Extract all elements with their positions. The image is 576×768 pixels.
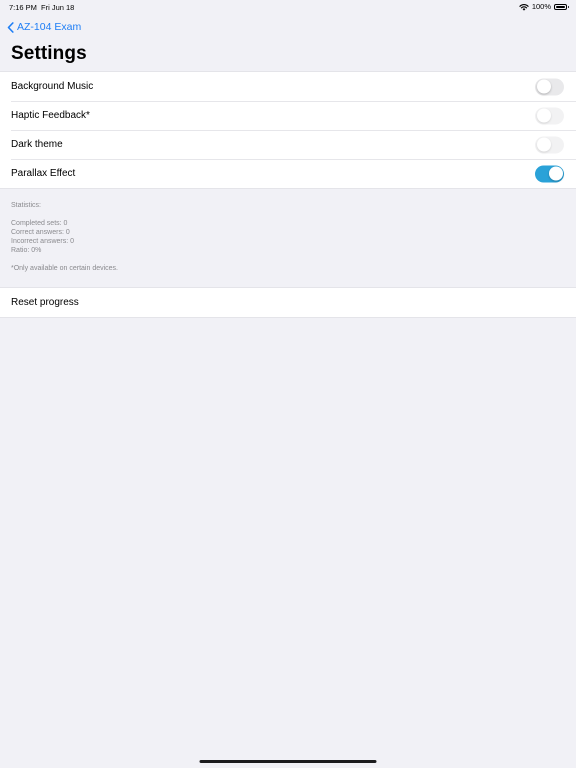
setting-row-background-music: Background Music (0, 72, 576, 101)
reset-group: Reset progress (0, 287, 576, 318)
status-bar: 7:16 PM Fri Jun 18 100% (0, 0, 576, 14)
stat-incorrect-answers: Incorrect answers: 0 (11, 238, 75, 245)
back-button[interactable]: AZ-104 Exam (7, 21, 81, 33)
battery-percent: 100% (531, 2, 551, 11)
stat-completed-sets: Completed sets: 0 (11, 220, 68, 227)
wifi-icon (519, 3, 529, 11)
dark-theme-toggle[interactable] (535, 136, 564, 153)
back-label: AZ-104 Exam (17, 21, 82, 33)
battery-icon (554, 3, 569, 10)
reset-progress-label: Reset progress (11, 297, 79, 308)
haptic-feedback-toggle[interactable] (535, 107, 564, 124)
statistics-footer: Statistics: Completed sets: 0 Correct an… (11, 201, 118, 273)
setting-row-haptic-feedback: Haptic Feedback* (0, 101, 576, 130)
statistics-header: Statistics: (11, 202, 41, 209)
setting-row-parallax-effect: Parallax Effect (0, 159, 576, 188)
setting-row-dark-theme: Dark theme (0, 130, 576, 159)
settings-list: Background Music Haptic Feedback* Dark t… (0, 71, 576, 189)
stat-ratio: Ratio: 0% (11, 247, 42, 254)
setting-label: Background Music (11, 81, 94, 92)
setting-label: Haptic Feedback* (11, 110, 90, 121)
availability-note: *Only available on certain devices. (11, 265, 119, 272)
reset-progress-button[interactable]: Reset progress (0, 288, 576, 317)
status-date: Fri Jun 18 (41, 3, 75, 12)
chevron-left-icon (7, 21, 14, 33)
parallax-effect-toggle[interactable] (535, 165, 564, 182)
status-right: 100% (519, 2, 569, 11)
home-indicator (199, 760, 377, 763)
stat-correct-answers: Correct answers: 0 (11, 229, 70, 236)
page-title: Settings (11, 43, 87, 64)
setting-label: Dark theme (11, 139, 63, 150)
setting-label: Parallax Effect (11, 168, 76, 179)
status-time: 7:16 PM (9, 3, 37, 12)
background-music-toggle[interactable] (535, 78, 564, 95)
